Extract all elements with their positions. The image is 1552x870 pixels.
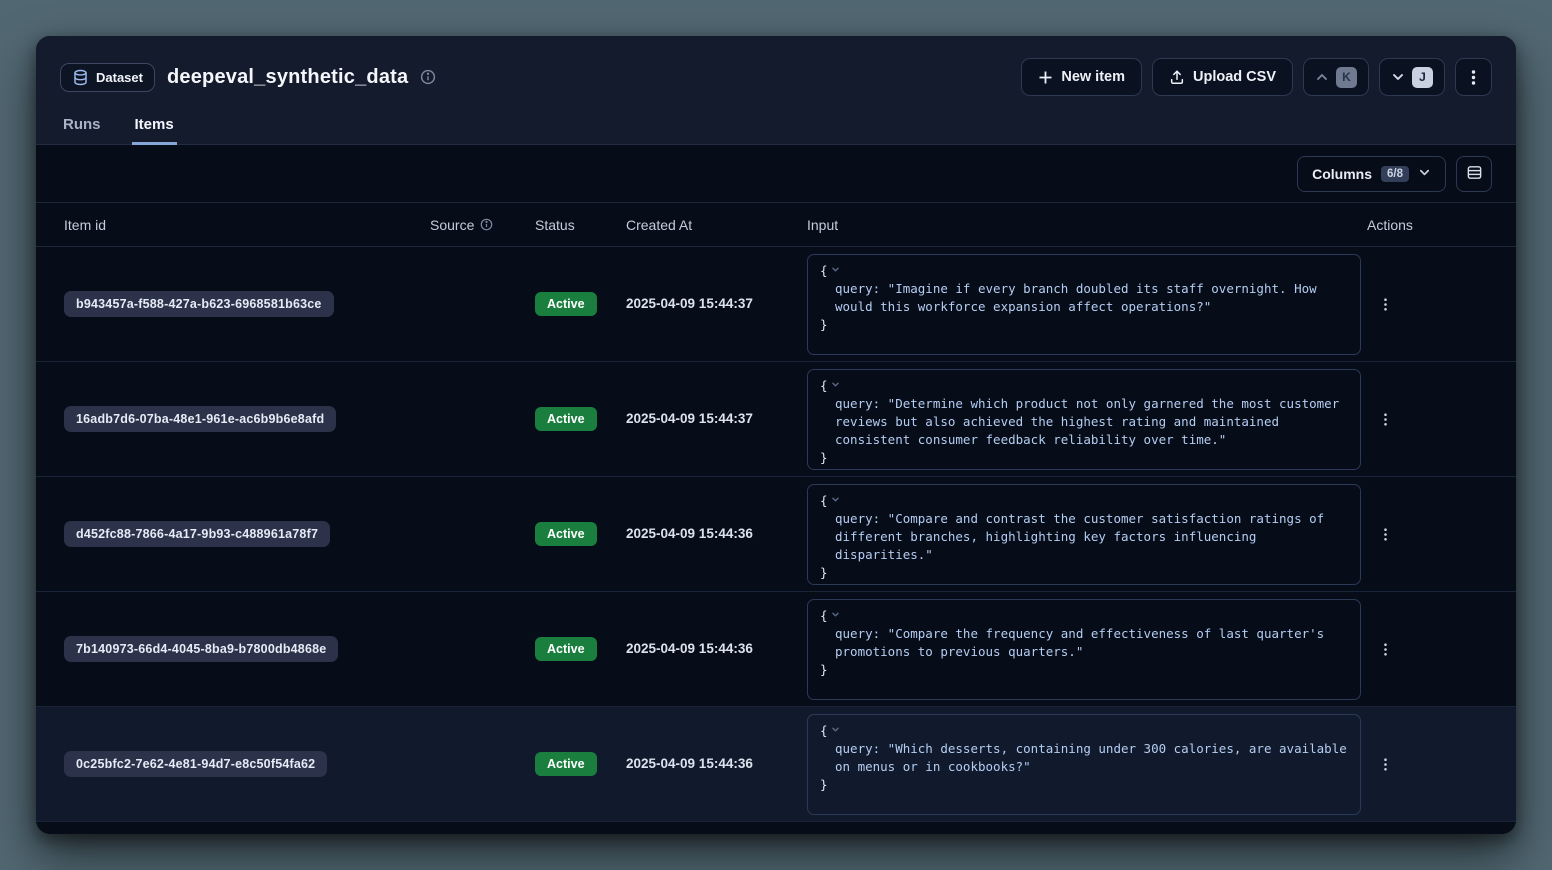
table-row: 7b140973-66d4-4045-8ba9-b7800db4868e Act…	[36, 592, 1516, 707]
item-id-pill[interactable]: 16adb7d6-07ba-48e1-961e-ac6b9b6e8afd	[64, 406, 336, 432]
status-badge: Active	[535, 292, 597, 316]
new-item-label: New item	[1061, 69, 1125, 85]
items-table: Item id Source Status Created At Input A…	[36, 202, 1516, 822]
title-info-icon[interactable]	[420, 69, 436, 85]
input-query-text: query: "Imagine if every branch doubled …	[820, 280, 1348, 316]
created-at-value: 2025-04-09 15:44:36	[626, 526, 753, 541]
status-badge: Active	[535, 637, 597, 661]
tab-items[interactable]: Items	[132, 112, 177, 145]
item-id-pill[interactable]: b943457a-f588-427a-b623-6968581b63ce	[64, 291, 334, 317]
vertical-dots-icon	[1466, 69, 1481, 86]
collapse-chevron-icon[interactable]	[831, 721, 840, 739]
chevron-down-icon	[1418, 166, 1431, 182]
table-row: d452fc88-7866-4a17-9b93-c488961a78f7 Act…	[36, 477, 1516, 592]
input-query-text: query: "Which desserts, containing under…	[820, 740, 1348, 776]
header-more-actions-button[interactable]	[1455, 58, 1492, 96]
status-badge: Active	[535, 522, 597, 546]
upload-csv-button[interactable]: Upload CSV	[1152, 58, 1293, 96]
input-query-text: query: "Determine which product not only…	[820, 395, 1348, 449]
row-height-button[interactable]	[1456, 156, 1492, 192]
collapse-chevron-icon[interactable]	[831, 261, 840, 279]
columns-label: Columns	[1312, 166, 1372, 182]
input-json-preview[interactable]: { query: "Compare the frequency and effe…	[807, 599, 1361, 700]
column-header-status: Status	[535, 217, 626, 233]
input-query-text: query: "Compare the frequency and effect…	[820, 625, 1348, 661]
dataset-badge-label: Dataset	[96, 70, 143, 85]
collapse-chevron-icon[interactable]	[831, 491, 840, 509]
created-at-value: 2025-04-09 15:44:37	[626, 296, 753, 311]
upload-icon	[1169, 69, 1185, 85]
row-actions-button[interactable]	[1367, 406, 1402, 433]
dataset-window: Dataset deepeval_synthetic_data	[36, 36, 1516, 834]
table-row: 16adb7d6-07ba-48e1-961e-ac6b9b6e8afd Act…	[36, 362, 1516, 477]
table-header-row: Item id Source Status Created At Input A…	[36, 203, 1516, 247]
tab-runs[interactable]: Runs	[60, 112, 104, 145]
plus-icon	[1038, 70, 1053, 85]
input-json-preview[interactable]: { query: "Imagine if every branch double…	[807, 254, 1361, 355]
page-title: deepeval_synthetic_data	[167, 66, 408, 89]
input-query-text: query: "Compare and contrast the custome…	[820, 510, 1348, 564]
status-badge: Active	[535, 752, 597, 776]
columns-button[interactable]: Columns 6/8	[1297, 156, 1446, 192]
row-actions-button[interactable]	[1367, 291, 1402, 318]
column-header-source: Source	[430, 217, 535, 233]
upload-csv-label: Upload CSV	[1193, 69, 1276, 85]
column-header-input: Input	[807, 217, 1367, 233]
column-header-created-at: Created At	[626, 217, 807, 233]
created-at-value: 2025-04-09 15:44:37	[626, 411, 753, 426]
collapse-chevron-icon[interactable]	[831, 606, 840, 624]
item-id-pill[interactable]: 7b140973-66d4-4045-8ba9-b7800db4868e	[64, 636, 338, 662]
database-icon	[72, 69, 89, 86]
tab-bar: Runs Items	[60, 112, 1492, 144]
input-json-preview[interactable]: { query: "Determine which product not on…	[807, 369, 1361, 470]
column-header-item-id: Item id	[36, 217, 430, 233]
source-info-icon[interactable]	[480, 218, 493, 231]
created-at-value: 2025-04-09 15:44:36	[626, 641, 753, 656]
row-actions-button[interactable]	[1367, 521, 1402, 548]
dataset-type-badge: Dataset	[60, 63, 155, 92]
table-row: b943457a-f588-427a-b623-6968581b63ce Act…	[36, 247, 1516, 362]
column-header-actions: Actions	[1367, 217, 1516, 233]
previous-item-button[interactable]: K	[1303, 58, 1369, 96]
input-json-preview[interactable]: { query: "Which desserts, containing und…	[807, 714, 1361, 815]
collapse-chevron-icon[interactable]	[831, 376, 840, 394]
next-item-button[interactable]: J	[1379, 58, 1445, 96]
chevron-up-icon	[1315, 70, 1329, 84]
table-row: 0c25bfc2-7e62-4e81-94d7-e8c50f54fa62 Act…	[36, 707, 1516, 822]
chevron-down-icon	[1391, 70, 1405, 84]
new-item-button[interactable]: New item	[1021, 58, 1142, 96]
columns-count-badge: 6/8	[1381, 166, 1409, 182]
row-actions-button[interactable]	[1367, 636, 1402, 663]
row-actions-button[interactable]	[1367, 751, 1402, 778]
item-id-pill[interactable]: d452fc88-7866-4a17-9b93-c488961a78f7	[64, 521, 330, 547]
table-toolbar: Columns 6/8	[36, 145, 1516, 202]
row-height-icon	[1466, 164, 1483, 184]
created-at-value: 2025-04-09 15:44:36	[626, 756, 753, 771]
window-header: Dataset deepeval_synthetic_data	[36, 36, 1516, 145]
item-id-pill[interactable]: 0c25bfc2-7e62-4e81-94d7-e8c50f54fa62	[64, 751, 327, 777]
input-json-preview[interactable]: { query: "Compare and contrast the custo…	[807, 484, 1361, 585]
kbd-k-badge: K	[1336, 67, 1357, 88]
kbd-j-badge: J	[1412, 67, 1433, 88]
status-badge: Active	[535, 407, 597, 431]
